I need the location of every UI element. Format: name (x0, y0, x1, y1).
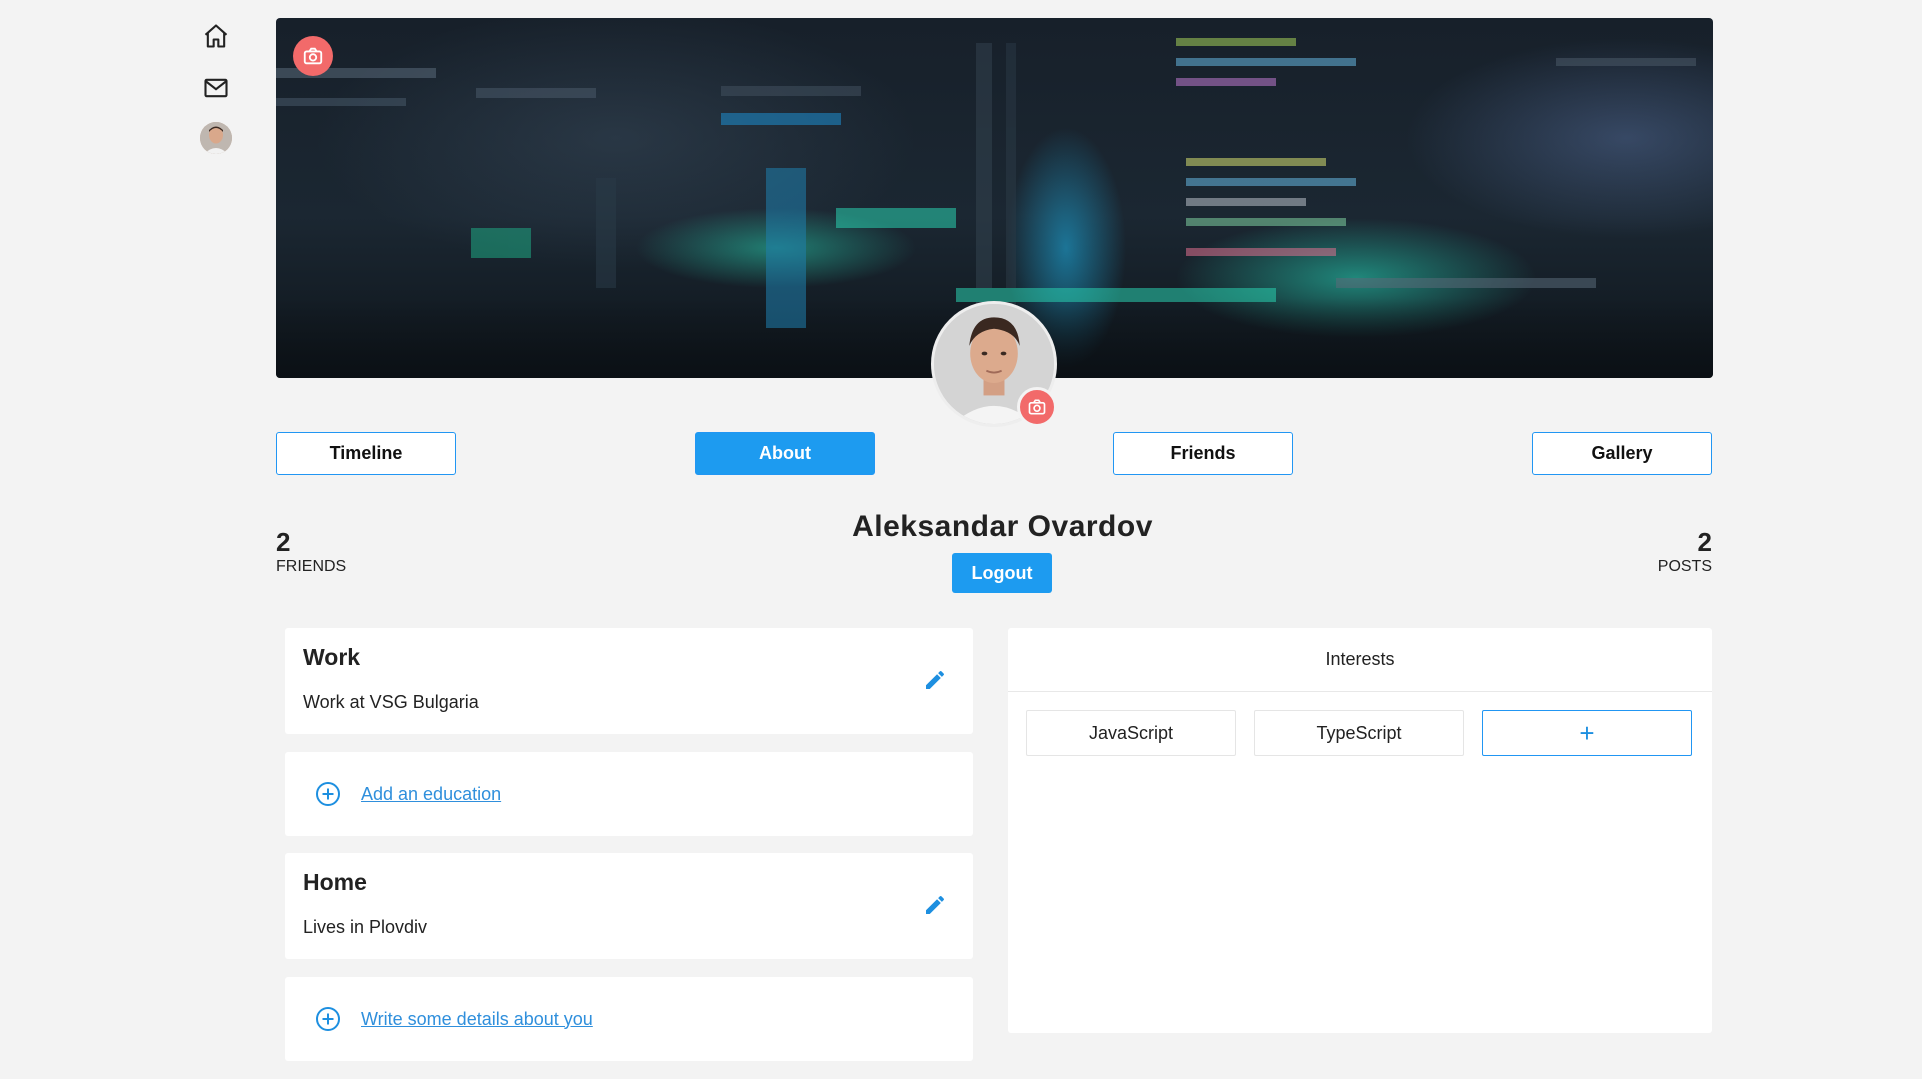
camera-icon (303, 47, 323, 65)
friends-stat[interactable]: 2 FRIENDS (276, 527, 346, 577)
home-title: Home (303, 869, 367, 895)
avatar-face-icon (200, 122, 232, 154)
interests-title: Interests (1008, 628, 1712, 692)
tab-gallery[interactable]: Gallery (1532, 432, 1712, 475)
home-button[interactable] (198, 18, 234, 54)
add-details-row: Write some details about you (315, 1006, 593, 1032)
write-details-link[interactable]: Write some details about you (361, 1009, 593, 1030)
interest-chip[interactable]: TypeScript (1254, 710, 1464, 756)
home-text: Lives in Plovdiv (303, 917, 428, 937)
add-interest-button[interactable]: + (1482, 710, 1692, 756)
posts-stat[interactable]: 2 POSTS (1658, 527, 1712, 577)
tab-about[interactable]: About (695, 432, 875, 475)
interests-list: JavaScript TypeScript + (1026, 710, 1692, 756)
camera-icon (1028, 399, 1046, 415)
change-avatar-button[interactable] (1017, 387, 1057, 427)
education-card: Add an education (285, 752, 973, 836)
user-avatar[interactable] (200, 122, 232, 154)
add-circle-icon[interactable] (315, 1006, 341, 1032)
profile-avatar-container (931, 301, 1057, 427)
friends-label: FRIENDS (276, 558, 347, 575)
add-education-row: Add an education (315, 781, 501, 807)
tab-friends[interactable]: Friends (1113, 432, 1293, 475)
home-icon (204, 24, 228, 48)
interests-panel: Interests JavaScript TypeScript + (1008, 628, 1712, 1033)
work-title: Work (303, 644, 361, 670)
profile-name: Aleksandar Ovardov (852, 510, 1153, 543)
add-circle-icon[interactable] (315, 781, 341, 807)
messages-button[interactable] (198, 70, 234, 106)
logout-button[interactable]: Logout (952, 553, 1052, 593)
details-card: Write some details about you (285, 977, 973, 1061)
posts-count: 2 (1697, 527, 1712, 557)
work-text: Work at VSG Bulgaria (303, 692, 479, 712)
friends-count: 2 (276, 527, 291, 557)
add-education-link[interactable]: Add an education (361, 784, 501, 805)
tab-timeline[interactable]: Timeline (276, 432, 456, 475)
edit-work-icon[interactable] (923, 668, 947, 692)
edit-home-icon[interactable] (923, 893, 947, 917)
mail-icon (204, 78, 228, 98)
change-cover-button[interactable] (293, 36, 333, 76)
left-nav (198, 18, 234, 162)
posts-label: POSTS (1657, 558, 1712, 575)
home-card: Home Lives in Plovdiv (285, 853, 973, 959)
interest-chip[interactable]: JavaScript (1026, 710, 1236, 756)
work-card: Work Work at VSG Bulgaria (285, 628, 973, 734)
